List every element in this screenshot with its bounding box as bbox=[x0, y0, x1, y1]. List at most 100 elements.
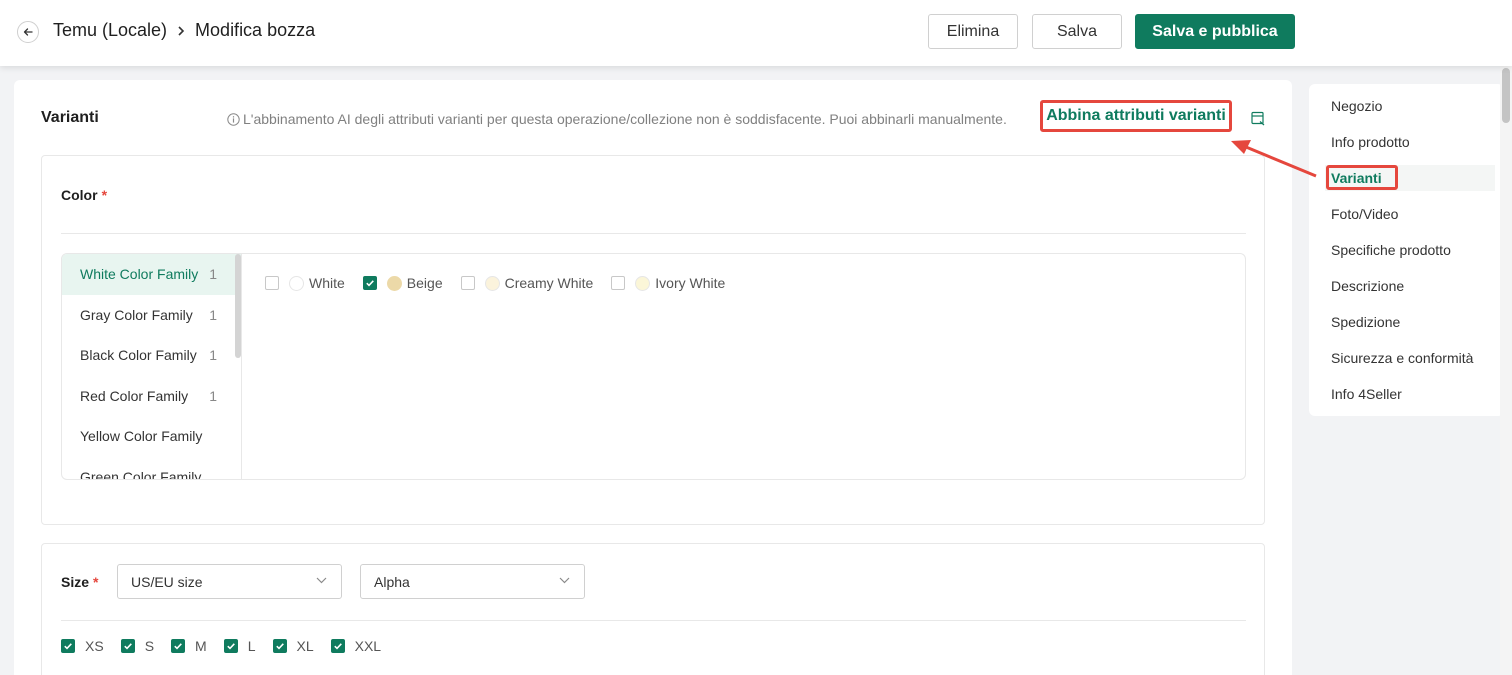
size-option-label: XL bbox=[296, 638, 314, 654]
color-label-text: Color bbox=[61, 187, 98, 203]
size-system-select[interactable]: US/EU size bbox=[117, 564, 342, 599]
info-icon bbox=[227, 112, 240, 126]
select-value: Alpha bbox=[374, 573, 410, 590]
variants-card: Varianti L'abbinamento AI degli attribut… bbox=[14, 80, 1292, 675]
color-option-ivory-white[interactable]: Ivory White bbox=[611, 275, 725, 291]
color-options: White Beige Creamy White Ivory White bbox=[265, 275, 743, 291]
page-header: Temu (Locale) Modifica bozza Elimina Sal… bbox=[0, 0, 1512, 66]
family-list-scrollbar[interactable] bbox=[235, 254, 241, 358]
family-name: Green Color Family bbox=[80, 468, 202, 480]
color-option-beige[interactable]: Beige bbox=[362, 275, 443, 291]
size-option-l[interactable]: L bbox=[223, 638, 256, 654]
checkbox[interactable] bbox=[611, 276, 626, 290]
match-variant-attributes-link[interactable]: Abbina attributi varianti bbox=[1040, 100, 1232, 132]
family-name: Red Color Family bbox=[80, 387, 189, 404]
checkbox-checked[interactable] bbox=[330, 639, 345, 653]
nav-item-foto-video[interactable]: Foto/Video bbox=[1331, 206, 1398, 222]
size-option-label: XXL bbox=[354, 638, 382, 654]
required-mark: * bbox=[93, 574, 99, 590]
color-swatch bbox=[289, 275, 304, 291]
size-type-select[interactable]: Alpha bbox=[360, 564, 585, 599]
delete-button[interactable]: Elimina bbox=[928, 14, 1018, 49]
checkbox-checked[interactable] bbox=[171, 639, 186, 653]
checkbox-checked[interactable] bbox=[61, 639, 75, 653]
color-option-label: White bbox=[309, 275, 345, 291]
size-option-s[interactable]: S bbox=[120, 638, 155, 654]
breadcrumb-root[interactable]: Temu (Locale) bbox=[53, 20, 167, 41]
checkbox-checked[interactable] bbox=[272, 639, 287, 653]
check-icon bbox=[123, 643, 132, 650]
nav-item-spedizione[interactable]: Spedizione bbox=[1331, 314, 1400, 330]
color-family-item[interactable]: Gray Color Family 1 bbox=[62, 295, 241, 336]
nav-item-descrizione[interactable]: Descrizione bbox=[1331, 278, 1404, 294]
nav-item-info-prodotto[interactable]: Info prodotto bbox=[1331, 134, 1410, 150]
check-icon bbox=[226, 643, 235, 650]
color-family-item[interactable]: White Color Family 1 bbox=[62, 254, 241, 295]
size-label-text: Size bbox=[61, 574, 90, 590]
color-family-item[interactable]: Black Color Family 1 bbox=[62, 335, 241, 376]
color-option-white[interactable]: White bbox=[265, 275, 345, 291]
chevron-right-icon bbox=[176, 25, 186, 37]
color-family-item[interactable]: Red Color Family 1 bbox=[62, 376, 241, 417]
size-option-xxl[interactable]: XXL bbox=[330, 638, 382, 654]
color-label: Color * bbox=[61, 187, 107, 203]
select-value: US/EU size bbox=[131, 573, 203, 590]
color-picker-panel: White Color Family 1 Gray Color Family 1… bbox=[61, 253, 1246, 480]
color-swatch bbox=[635, 275, 651, 291]
color-swatch bbox=[386, 275, 402, 291]
nav-item-specifiche-prodotto[interactable]: Specifiche prodotto bbox=[1331, 242, 1451, 258]
color-swatch bbox=[484, 275, 500, 291]
family-count: 1 bbox=[209, 347, 217, 364]
checkbox-checked[interactable] bbox=[223, 639, 238, 653]
divider bbox=[61, 233, 1246, 234]
color-family-item[interactable]: Green Color Family bbox=[62, 457, 241, 480]
arrow-left-icon bbox=[23, 28, 33, 36]
checkbox[interactable] bbox=[265, 276, 279, 290]
divider bbox=[61, 620, 1246, 621]
checkbox-checked[interactable] bbox=[120, 639, 135, 653]
save-and-publish-button[interactable]: Salva e pubblica bbox=[1135, 14, 1295, 49]
size-option-label: M bbox=[195, 638, 207, 654]
checkbox-checked[interactable] bbox=[362, 276, 377, 290]
chevron-down-icon bbox=[559, 577, 570, 584]
annotation-highlight-box bbox=[1326, 165, 1398, 190]
check-icon bbox=[64, 643, 72, 650]
size-attribute-block: Size * US/EU size Alpha XS S M L XL XXL bbox=[41, 543, 1265, 675]
color-option-creamy-white[interactable]: Creamy White bbox=[460, 275, 593, 291]
back-button[interactable] bbox=[17, 21, 39, 43]
family-count: 1 bbox=[209, 266, 217, 283]
required-mark: * bbox=[101, 187, 108, 203]
color-family-item[interactable]: Yellow Color Family bbox=[62, 416, 241, 457]
family-name: Black Color Family bbox=[80, 347, 197, 364]
breadcrumb-current: Modifica bozza bbox=[195, 20, 316, 40]
check-icon bbox=[174, 643, 182, 650]
nav-item-sicurezza[interactable]: Sicurezza e conformità bbox=[1331, 350, 1473, 366]
ai-match-note-text: L'abbinamento AI degli attributi variant… bbox=[243, 111, 1007, 127]
nav-item-info-4seller[interactable]: Info 4Seller bbox=[1331, 386, 1402, 402]
table-settings-icon[interactable] bbox=[1251, 111, 1265, 126]
page-scrollbar[interactable] bbox=[1500, 66, 1512, 675]
ai-match-note: L'abbinamento AI degli attributi variant… bbox=[227, 111, 1007, 127]
size-option-xl[interactable]: XL bbox=[272, 638, 314, 654]
size-label: Size * bbox=[61, 574, 98, 590]
section-nav: Negozio Info prodotto Varianti Foto/Vide… bbox=[1309, 84, 1504, 416]
size-option-xs[interactable]: XS bbox=[61, 638, 104, 654]
checkbox[interactable] bbox=[460, 276, 475, 290]
check-icon bbox=[333, 643, 342, 650]
color-attribute-block: Color * White Color Family 1 Gray Color F… bbox=[41, 155, 1265, 525]
family-name: Yellow Color Family bbox=[80, 428, 203, 445]
family-count: 1 bbox=[209, 306, 217, 323]
check-icon bbox=[275, 643, 284, 650]
size-options: XS S M L XL XXL bbox=[61, 638, 398, 654]
save-button[interactable]: Salva bbox=[1032, 14, 1122, 49]
check-icon bbox=[366, 280, 374, 287]
family-count: 1 bbox=[209, 387, 217, 404]
size-option-m[interactable]: M bbox=[171, 638, 207, 654]
color-option-label: Beige bbox=[406, 275, 443, 291]
size-option-label: XS bbox=[85, 638, 104, 654]
nav-item-negozio[interactable]: Negozio bbox=[1331, 98, 1382, 114]
breadcrumb: Temu (Locale) Modifica bozza bbox=[53, 20, 315, 41]
page-scrollbar-thumb[interactable] bbox=[1502, 68, 1510, 123]
section-title: Varianti bbox=[41, 109, 99, 126]
size-option-label: S bbox=[144, 638, 155, 654]
